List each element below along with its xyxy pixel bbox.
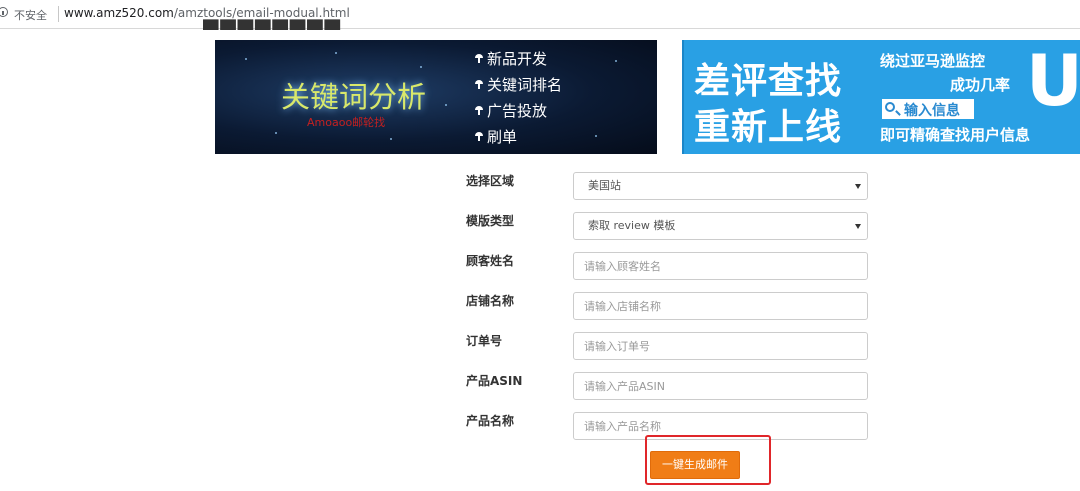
security-label[interactable]: 不安全 bbox=[14, 7, 47, 23]
review-finder-banner[interactable]: 差评查找 重新上线 绕过亚马逊监控 成功几率 输入信息 即可精确查找用户信息 U bbox=[682, 40, 1080, 154]
bullet-icon bbox=[475, 132, 483, 141]
asin-input[interactable] bbox=[573, 372, 868, 400]
region-select-value: 美国站 bbox=[588, 179, 621, 192]
order-id-row: 订单号 bbox=[466, 332, 868, 360]
template-label: 模版类型 bbox=[466, 214, 515, 228]
chevron-down-icon bbox=[855, 224, 861, 229]
banner-headline-2: 重新上线 bbox=[694, 107, 843, 148]
order-id-input[interactable] bbox=[573, 332, 868, 360]
region-row: 选择区域 美国站 bbox=[466, 172, 868, 200]
banner-feature-list: 新品开发 关键词排名 广告投放 刷单 bbox=[473, 48, 562, 152]
banner-headline-1: 差评查找 bbox=[694, 61, 843, 102]
region-select[interactable]: 美国站 bbox=[573, 172, 868, 200]
customer-name-input[interactable] bbox=[573, 252, 868, 280]
product-name-label: 产品名称 bbox=[466, 414, 515, 428]
store-name-input[interactable] bbox=[573, 292, 868, 320]
banner-logo: U bbox=[1026, 40, 1080, 122]
url-domain: www.amz520.com bbox=[64, 6, 174, 20]
asin-row: 产品ASIN bbox=[466, 372, 868, 400]
banner-feature-item: 刷单 bbox=[473, 126, 562, 152]
banner-tagline-1: 绕过亚马逊监控 bbox=[880, 52, 986, 70]
bullet-icon bbox=[475, 106, 483, 115]
customer-name-label: 顾客姓名 bbox=[466, 254, 515, 268]
banner-feature-item: 新品开发 bbox=[473, 48, 562, 74]
bullet-icon bbox=[475, 54, 483, 63]
asin-label: 产品ASIN bbox=[466, 374, 523, 388]
banner-subtitle: Amoaoo邮轮找 bbox=[307, 116, 386, 129]
banner-tagline-2: 成功几率 bbox=[950, 76, 1011, 94]
keyword-analysis-banner[interactable]: 关键词分析 Amoaoo邮轮找 新品开发 关键词排名 广告投放 刷单 bbox=[215, 40, 657, 154]
order-id-label: 订单号 bbox=[466, 334, 503, 348]
store-name-row: 店铺名称 bbox=[466, 292, 868, 320]
address-divider bbox=[58, 6, 59, 22]
search-icon bbox=[885, 102, 895, 112]
chevron-down-icon bbox=[855, 184, 861, 189]
customer-name-row: 顾客姓名 bbox=[466, 252, 868, 280]
banner-feature-item: 关键词排名 bbox=[473, 74, 562, 100]
region-label: 选择区域 bbox=[466, 174, 515, 188]
banner-tagline-3: 即可精确查找用户信息 bbox=[880, 126, 1031, 144]
store-name-label: 店铺名称 bbox=[466, 294, 515, 308]
banner-title: 关键词分析 bbox=[281, 80, 427, 114]
template-row: 模版类型 索取 review 模板 bbox=[466, 212, 868, 240]
banner-search-text: 输入信息 bbox=[904, 103, 960, 119]
page-heading-cut: ▇▇▇▇▇▇▇▇ bbox=[203, 16, 343, 30]
template-select[interactable]: 索取 review 模板 bbox=[573, 212, 868, 240]
address-bar[interactable]: 不安全 www.amz520.com/amztools/email-modual… bbox=[0, 0, 1080, 29]
banner-feature-item: 广告投放 bbox=[473, 100, 562, 126]
generate-email-button[interactable]: 一键生成邮件 bbox=[650, 451, 740, 479]
bullet-icon bbox=[475, 80, 483, 89]
template-select-value: 索取 review 模板 bbox=[588, 219, 676, 232]
banner-search-box: 输入信息 bbox=[882, 99, 974, 119]
info-icon[interactable] bbox=[0, 7, 8, 17]
